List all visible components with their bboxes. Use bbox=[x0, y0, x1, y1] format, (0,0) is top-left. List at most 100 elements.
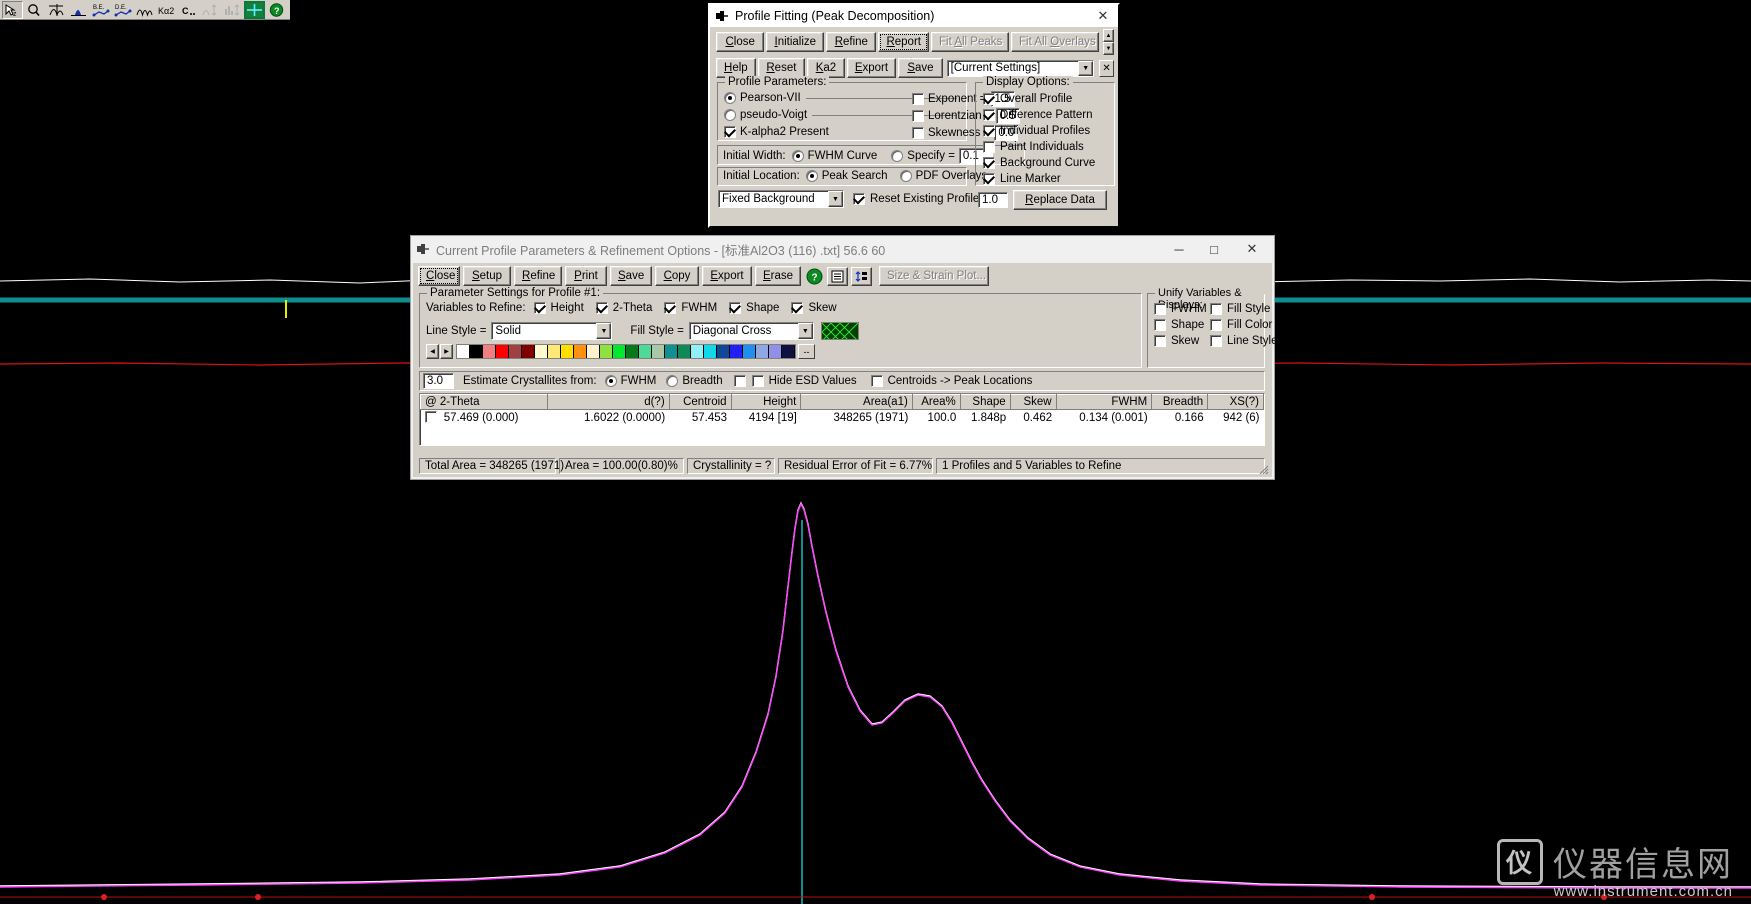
unify-shape-checkbox[interactable] bbox=[1154, 319, 1166, 331]
lorentzian-checkbox[interactable] bbox=[912, 109, 924, 122]
color-swatch[interactable] bbox=[691, 345, 704, 358]
row-select-checkbox[interactable] bbox=[424, 411, 437, 423]
close-button[interactable]: Close bbox=[716, 32, 765, 52]
col-skew[interactable]: Skew bbox=[1009, 394, 1057, 410]
reset-button[interactable]: Reset bbox=[757, 58, 806, 78]
profile-parameters-window[interactable]: Current Profile Parameters & Refinement … bbox=[410, 235, 1278, 480]
var-height-checkbox[interactable] bbox=[533, 302, 546, 314]
color-swatch[interactable] bbox=[522, 345, 535, 358]
var-2theta-checkbox[interactable] bbox=[595, 302, 608, 314]
unify-fill-color-row[interactable]: Fill Color bbox=[1210, 319, 1272, 331]
col-shape[interactable]: Shape bbox=[959, 394, 1011, 410]
skewness-row[interactable]: Skewness = 0.0 bbox=[912, 124, 1019, 141]
col-xs[interactable]: XS(?) bbox=[1207, 394, 1264, 410]
param-refine-button[interactable]: Refine bbox=[514, 266, 562, 286]
crystallites-value-input[interactable]: 3.0 bbox=[423, 373, 454, 389]
unify-line-style-checkbox[interactable] bbox=[1210, 335, 1222, 347]
chevron-down-icon[interactable]: ▼ bbox=[828, 191, 843, 207]
refine-button[interactable]: Refine bbox=[826, 32, 877, 52]
col-centroid[interactable]: Centroid bbox=[668, 394, 732, 410]
table-row[interactable]: 57.469 (0.000) 1.6022 (0.0000) 57.453 41… bbox=[420, 409, 1264, 425]
palette-more-button[interactable]: -- bbox=[798, 344, 815, 359]
col-area-pct[interactable]: Area% bbox=[911, 394, 961, 410]
specify-radio[interactable] bbox=[891, 150, 904, 162]
profile-parameters-titlebar[interactable]: Current Profile Parameters & Refinement … bbox=[411, 236, 1274, 262]
color-palette-row[interactable]: ◀ ▶ -- bbox=[426, 344, 815, 359]
lorentzian-row[interactable]: Lorentzian = 0.5 bbox=[912, 107, 1020, 124]
profiles-table[interactable]: @ 2-Theta d(?) Centroid Height Area(a1) … bbox=[420, 394, 1264, 425]
color-swatch[interactable] bbox=[626, 345, 639, 358]
fill-color-swatch[interactable] bbox=[820, 322, 859, 340]
paint-individuals-checkbox[interactable] bbox=[983, 141, 995, 153]
exponent-row[interactable]: Exponent = 1.5 bbox=[912, 90, 1015, 107]
ka2-button[interactable]: Ka2 bbox=[807, 58, 845, 78]
difference-pattern-row[interactable]: Difference Pattern bbox=[983, 107, 1095, 123]
save-button[interactable]: Save bbox=[898, 58, 943, 78]
profiles-table-container[interactable]: @ 2-Theta d(?) Centroid Height Area(a1) … bbox=[419, 393, 1265, 446]
unify-fill-style-checkbox[interactable] bbox=[1210, 303, 1222, 315]
color-swatch[interactable] bbox=[678, 345, 691, 358]
var-fwhm-checkbox[interactable] bbox=[664, 302, 677, 314]
cell-2theta[interactable]: 57.469 (0.000) bbox=[420, 409, 548, 425]
settings-delete-button[interactable]: ✕ bbox=[1099, 59, 1114, 77]
param-setup-button[interactable]: Setup bbox=[463, 266, 511, 286]
maximize-icon[interactable]: □ bbox=[1197, 237, 1231, 261]
color-swatch[interactable] bbox=[457, 345, 470, 358]
settings-combo[interactable]: [Current Settings] ▼ bbox=[946, 59, 1095, 77]
color-swatch[interactable] bbox=[769, 345, 782, 358]
unify-fwhm-row[interactable]: FWHM bbox=[1154, 303, 1210, 315]
background-curve-row[interactable]: Background Curve bbox=[983, 155, 1095, 171]
kalpha2-row[interactable]: K-alpha2 Present bbox=[724, 126, 829, 138]
col-height[interactable]: Height bbox=[730, 394, 802, 410]
list-view-icon[interactable] bbox=[827, 266, 848, 286]
param-export-button[interactable]: Export bbox=[702, 266, 752, 286]
color-swatch[interactable] bbox=[535, 345, 548, 358]
chevron-down-icon[interactable]: ▼ bbox=[797, 323, 813, 339]
param-copy-button[interactable]: Copy bbox=[655, 266, 699, 286]
col-fwhm[interactable]: FWHM bbox=[1055, 394, 1153, 410]
line-marker-row[interactable]: Line Marker bbox=[983, 171, 1095, 187]
close-icon[interactable]: ✕ bbox=[1090, 7, 1116, 26]
main-toolbar[interactable]: z B.E. D.E. Kα2 C ? bbox=[0, 0, 290, 20]
export-button[interactable]: Export bbox=[846, 58, 897, 78]
background-curve-checkbox[interactable] bbox=[983, 157, 995, 169]
minimize-icon[interactable]: ─ bbox=[1162, 237, 1196, 261]
param-print-button[interactable]: Print bbox=[565, 266, 607, 286]
help-green-icon[interactable]: ? bbox=[804, 267, 824, 285]
color-swatch[interactable] bbox=[561, 345, 574, 358]
pdf-overlays-radio[interactable] bbox=[899, 170, 912, 182]
close-icon[interactable]: ✕ bbox=[1232, 237, 1272, 261]
overall-profile-row[interactable]: Overall Profile bbox=[983, 91, 1095, 107]
param-save-button[interactable]: Save bbox=[610, 266, 652, 286]
col-d[interactable]: d(?) bbox=[547, 394, 670, 410]
overall-profile-checkbox[interactable] bbox=[983, 93, 995, 105]
color-swatch[interactable] bbox=[470, 345, 483, 358]
peak-search-radio[interactable] bbox=[805, 170, 818, 182]
resize-grip[interactable] bbox=[1258, 464, 1270, 476]
pearson-vii-radio[interactable] bbox=[724, 92, 736, 104]
col-2theta[interactable]: @ 2-Theta bbox=[420, 394, 549, 410]
difference-pattern-checkbox[interactable] bbox=[983, 109, 995, 121]
peak-axis-icon[interactable] bbox=[46, 0, 67, 19]
unify-shape-row[interactable]: Shape bbox=[1154, 319, 1210, 331]
spinner-down[interactable]: ▼ bbox=[1102, 42, 1114, 55]
data-edit-icon[interactable]: D.E. bbox=[112, 0, 133, 19]
crystallites-breadth-radio[interactable] bbox=[666, 375, 679, 387]
crystallinity-icon[interactable]: C bbox=[178, 0, 199, 19]
var-skew-checkbox[interactable] bbox=[791, 302, 804, 314]
param-erase-button[interactable]: Erase bbox=[755, 266, 801, 286]
color-swatch[interactable] bbox=[600, 345, 613, 358]
k-alpha2-icon[interactable]: Kα2 bbox=[156, 0, 177, 19]
spinner-up[interactable]: ▲ bbox=[1102, 29, 1114, 42]
line-style-combo[interactable]: Solid ▼ bbox=[491, 322, 613, 340]
individual-profiles-checkbox[interactable] bbox=[983, 125, 995, 137]
color-swatch[interactable] bbox=[652, 345, 665, 358]
exponent-checkbox[interactable] bbox=[912, 92, 924, 105]
fwhm-curve-radio[interactable] bbox=[791, 150, 804, 162]
color-swatch[interactable] bbox=[548, 345, 561, 358]
background-edit-icon[interactable]: B.E. bbox=[90, 0, 111, 19]
unify-fill-color-checkbox[interactable] bbox=[1210, 319, 1222, 331]
crystallites-fwhm-radio[interactable] bbox=[604, 375, 617, 387]
palette-scroll-right[interactable]: ▶ bbox=[440, 344, 453, 359]
color-swatch[interactable] bbox=[743, 345, 756, 358]
